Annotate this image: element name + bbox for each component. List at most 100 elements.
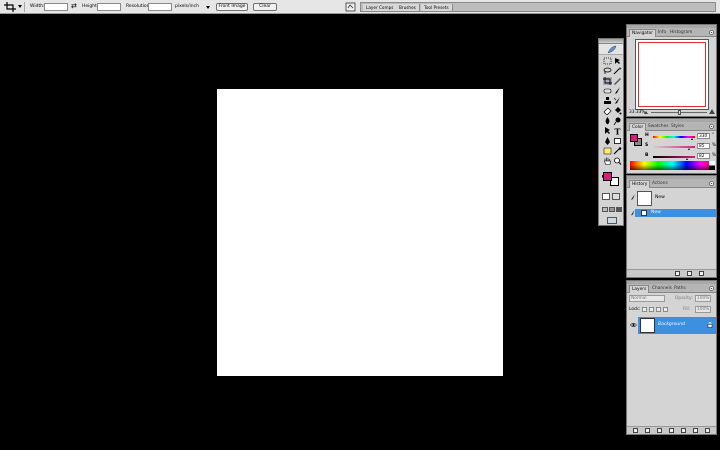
brush-tool-icon[interactable]: [613, 87, 622, 95]
new-layer-icon[interactable]: [693, 428, 698, 433]
feather-logo-icon[interactable]: [607, 45, 617, 54]
saturation-value[interactable]: 85: [697, 143, 710, 149]
tab-history[interactable]: History: [629, 180, 651, 188]
resolution-unit-select[interactable]: pixels/inch: [175, 4, 199, 9]
tab-layer-comps[interactable]: Layer Comps: [363, 4, 398, 11]
tab-info[interactable]: Info: [656, 29, 668, 37]
blur-tool-icon[interactable]: [603, 117, 612, 125]
foreground-color-swatch[interactable]: [630, 134, 638, 142]
new-group-icon[interactable]: [669, 428, 674, 433]
panel-menu-icon[interactable]: [709, 181, 714, 186]
hue-value[interactable]: 330: [697, 133, 710, 139]
panel-menu-icon[interactable]: [709, 30, 714, 35]
crop-tool-icon[interactable]: [4, 2, 16, 12]
brightness-slider[interactable]: [653, 156, 695, 158]
history-brush-tool-icon[interactable]: [613, 97, 622, 105]
blend-mode-select[interactable]: Normal: [629, 295, 665, 302]
layer-mask-icon[interactable]: [657, 428, 662, 433]
link-layers-icon[interactable]: [633, 428, 638, 433]
zoom-slider-handle[interactable]: [678, 110, 681, 115]
hand-tool-icon[interactable]: [603, 157, 612, 165]
fill-input[interactable]: 100%: [695, 306, 711, 313]
tab-navigator[interactable]: Navigator: [629, 29, 657, 37]
tab-styles[interactable]: Styles: [669, 123, 686, 131]
dodge-tool-icon[interactable]: [613, 117, 622, 125]
marquee-tool-icon[interactable]: [603, 57, 612, 65]
document-canvas[interactable]: [217, 89, 503, 376]
hue-slider-handle[interactable]: [691, 138, 693, 140]
clone-stamp-tool-icon[interactable]: [603, 97, 612, 105]
pen-tool-icon[interactable]: [603, 137, 612, 145]
create-snapshot-icon[interactable]: [687, 271, 692, 276]
width-input[interactable]: [44, 3, 68, 11]
jump-to-imageready-icon[interactable]: [607, 217, 617, 224]
navigator-zoom-value[interactable]: 33.33%: [629, 110, 645, 115]
history-snapshot[interactable]: New: [629, 190, 716, 207]
clear-button[interactable]: Clear: [253, 3, 277, 11]
tab-layers[interactable]: Layers: [629, 285, 650, 293]
dock-palette-icon[interactable]: [345, 2, 356, 12]
tab-actions[interactable]: Actions: [650, 180, 670, 188]
panel-menu-icon[interactable]: [709, 124, 714, 129]
tab-brushes[interactable]: Brushes: [396, 4, 420, 11]
front-image-button[interactable]: Front Image: [216, 3, 248, 11]
tab-swatches[interactable]: Swatches: [646, 123, 671, 131]
layer-selection[interactable]: Background: [638, 317, 716, 334]
eye-icon[interactable]: [630, 322, 637, 328]
healing-brush-tool-icon[interactable]: [603, 87, 612, 95]
standard-screen-mode-icon[interactable]: [602, 207, 608, 212]
black-white-ramp[interactable]: [709, 161, 715, 170]
crop-tool-icon[interactable]: [603, 77, 612, 85]
zoom-out-icon[interactable]: [644, 111, 648, 114]
history-brush-source-icon[interactable]: [630, 194, 636, 201]
tab-tool-presets[interactable]: Tool Presets: [421, 4, 453, 11]
resolution-input[interactable]: [148, 3, 172, 11]
tab-histogram[interactable]: Histogram: [668, 29, 694, 37]
trash-icon[interactable]: [699, 271, 704, 276]
hue-slider[interactable]: [653, 136, 695, 138]
move-tool-icon[interactable]: [613, 57, 622, 65]
tab-paths[interactable]: Paths: [672, 285, 688, 293]
lock-transparency-icon[interactable]: [642, 307, 647, 312]
panel-menu-icon[interactable]: [709, 286, 714, 291]
color-ramp[interactable]: [630, 161, 715, 170]
eyedropper-tool-icon[interactable]: [613, 147, 622, 155]
zoom-in-icon[interactable]: [709, 109, 715, 114]
lasso-tool-icon[interactable]: [603, 67, 612, 75]
eraser-tool-icon[interactable]: [603, 107, 612, 115]
new-document-from-state-icon[interactable]: [675, 271, 680, 276]
foreground-color-swatch[interactable]: [603, 172, 612, 181]
zoom-tool-icon[interactable]: [613, 157, 622, 165]
tab-color[interactable]: Color: [629, 123, 647, 131]
saturation-slider-handle[interactable]: [688, 148, 690, 150]
chevron-down-icon[interactable]: [206, 6, 210, 9]
tab-channels[interactable]: Channels: [650, 285, 674, 293]
adjustment-layer-icon[interactable]: [681, 428, 686, 433]
navigator-view-box[interactable]: [638, 42, 706, 107]
height-input[interactable]: [97, 3, 121, 11]
notes-tool-icon[interactable]: [603, 147, 612, 155]
path-selection-tool-icon[interactable]: [603, 127, 612, 135]
slice-tool-icon[interactable]: [613, 77, 622, 85]
lock-position-icon[interactable]: [656, 307, 661, 312]
paint-bucket-tool-icon[interactable]: [613, 107, 622, 115]
lock-all-icon[interactable]: [663, 307, 668, 312]
layer-row[interactable]: Background: [629, 317, 716, 334]
full-screen-menu-mode-icon[interactable]: [609, 207, 615, 212]
navigator-preview[interactable]: [635, 39, 709, 110]
brightness-slider-handle[interactable]: [686, 158, 688, 160]
full-screen-mode-icon[interactable]: [616, 207, 622, 212]
lock-image-icon[interactable]: [649, 307, 654, 312]
swap-dimensions-icon[interactable]: ⇄: [71, 3, 77, 10]
opacity-input[interactable]: 100%: [695, 295, 711, 302]
quick-mask-mode-icon[interactable]: [612, 193, 620, 200]
layer-style-icon[interactable]: [645, 428, 650, 433]
tool-preset-dropdown-icon[interactable]: [18, 5, 22, 8]
magic-wand-tool-icon[interactable]: [613, 67, 622, 75]
navigator-zoom-slider[interactable]: [651, 110, 707, 115]
type-tool-icon[interactable]: T: [613, 127, 622, 135]
trash-icon[interactable]: [705, 428, 710, 433]
standard-mode-icon[interactable]: [602, 193, 610, 200]
brightness-value[interactable]: 82: [697, 153, 710, 159]
shape-tool-icon[interactable]: [613, 137, 622, 145]
